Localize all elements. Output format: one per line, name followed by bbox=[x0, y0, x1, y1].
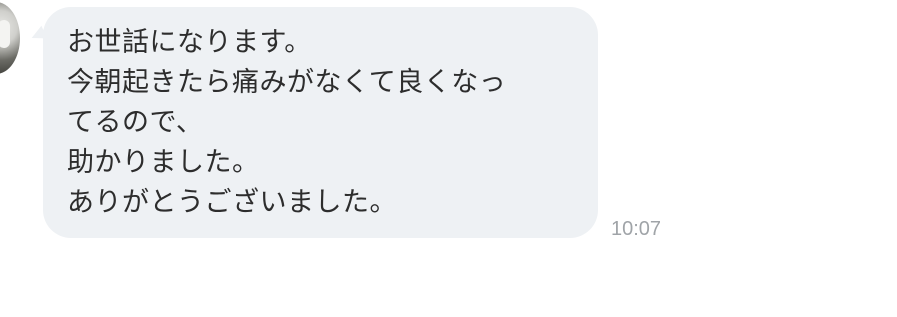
message-line: お世話になります。 bbox=[67, 27, 312, 58]
message-line: てるので、 bbox=[67, 107, 204, 138]
message-timestamp: 10:07 bbox=[611, 218, 662, 240]
avatar-photo-icon bbox=[0, 20, 10, 48]
message-line: 今朝起きたら痛みがなくて良くなっ bbox=[67, 67, 507, 98]
chat-area: お世話になります。 今朝起きたら痛みがなくて良くなっ てるので、 助かりました。… bbox=[0, 0, 676, 250]
message-line: 助かりました。 bbox=[67, 147, 260, 178]
message-line: ありがとうございました。 bbox=[67, 187, 397, 218]
sender-avatar[interactable] bbox=[0, 2, 20, 74]
message-bubble[interactable]: お世話になります。 今朝起きたら痛みがなくて良くなっ てるので、 助かりました。… bbox=[43, 7, 598, 238]
